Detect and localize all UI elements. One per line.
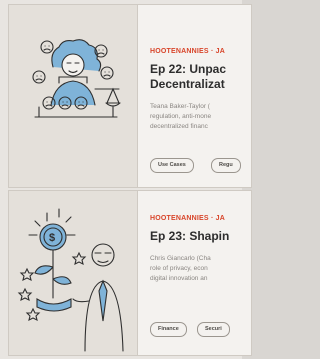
- episode-card[interactable]: $ HOOTENANNIES · JA Ep 23: Shapin Chris …: [8, 190, 252, 356]
- tag-regulation[interactable]: Regu: [211, 158, 241, 173]
- tag-security[interactable]: Securi: [197, 322, 230, 337]
- episode-content: HOOTENANNIES · JA Ep 23: Shapin Chris Gi…: [150, 191, 251, 355]
- episode-thumbnail: $: [9, 191, 138, 355]
- tag-finance[interactable]: Finance: [150, 322, 187, 337]
- episode-description-line-3: decentralized financ: [150, 123, 208, 130]
- svg-text:$: $: [49, 232, 55, 244]
- episode-thumbnail: [9, 5, 138, 187]
- tag-use-cases[interactable]: Use Cases: [150, 158, 194, 173]
- episode-title[interactable]: Ep 22: Unpac: [150, 62, 226, 76]
- episode-card[interactable]: HOOTENANNIES · JA Ep 22: Unpac Decentral…: [8, 4, 252, 188]
- episode-title[interactable]: Ep 23: Shapin: [150, 229, 229, 243]
- episode-list: HOOTENANNIES · JA Ep 22: Unpac Decentral…: [0, 0, 252, 359]
- episode-title-continued[interactable]: Decentralizat: [150, 77, 225, 91]
- episode-description-line-3: digital innovation an: [150, 275, 208, 282]
- episode-description-line-2: regulation, anti-mone: [150, 113, 212, 120]
- episode-content: HOOTENANNIES · JA Ep 22: Unpac Decentral…: [150, 5, 251, 187]
- episode-description: Teana Baker-Taylor (: [150, 103, 210, 110]
- episode-description-line-2: role of privacy, econ: [150, 265, 208, 272]
- episode-description: Chris Giancarlo (Cha: [150, 255, 211, 262]
- money-tree-illustration: $: [17, 208, 124, 352]
- judge-illustration: [32, 39, 121, 118]
- episode-category: HOOTENANNIES · JA: [150, 48, 225, 55]
- episode-category: HOOTENANNIES · JA: [150, 215, 225, 222]
